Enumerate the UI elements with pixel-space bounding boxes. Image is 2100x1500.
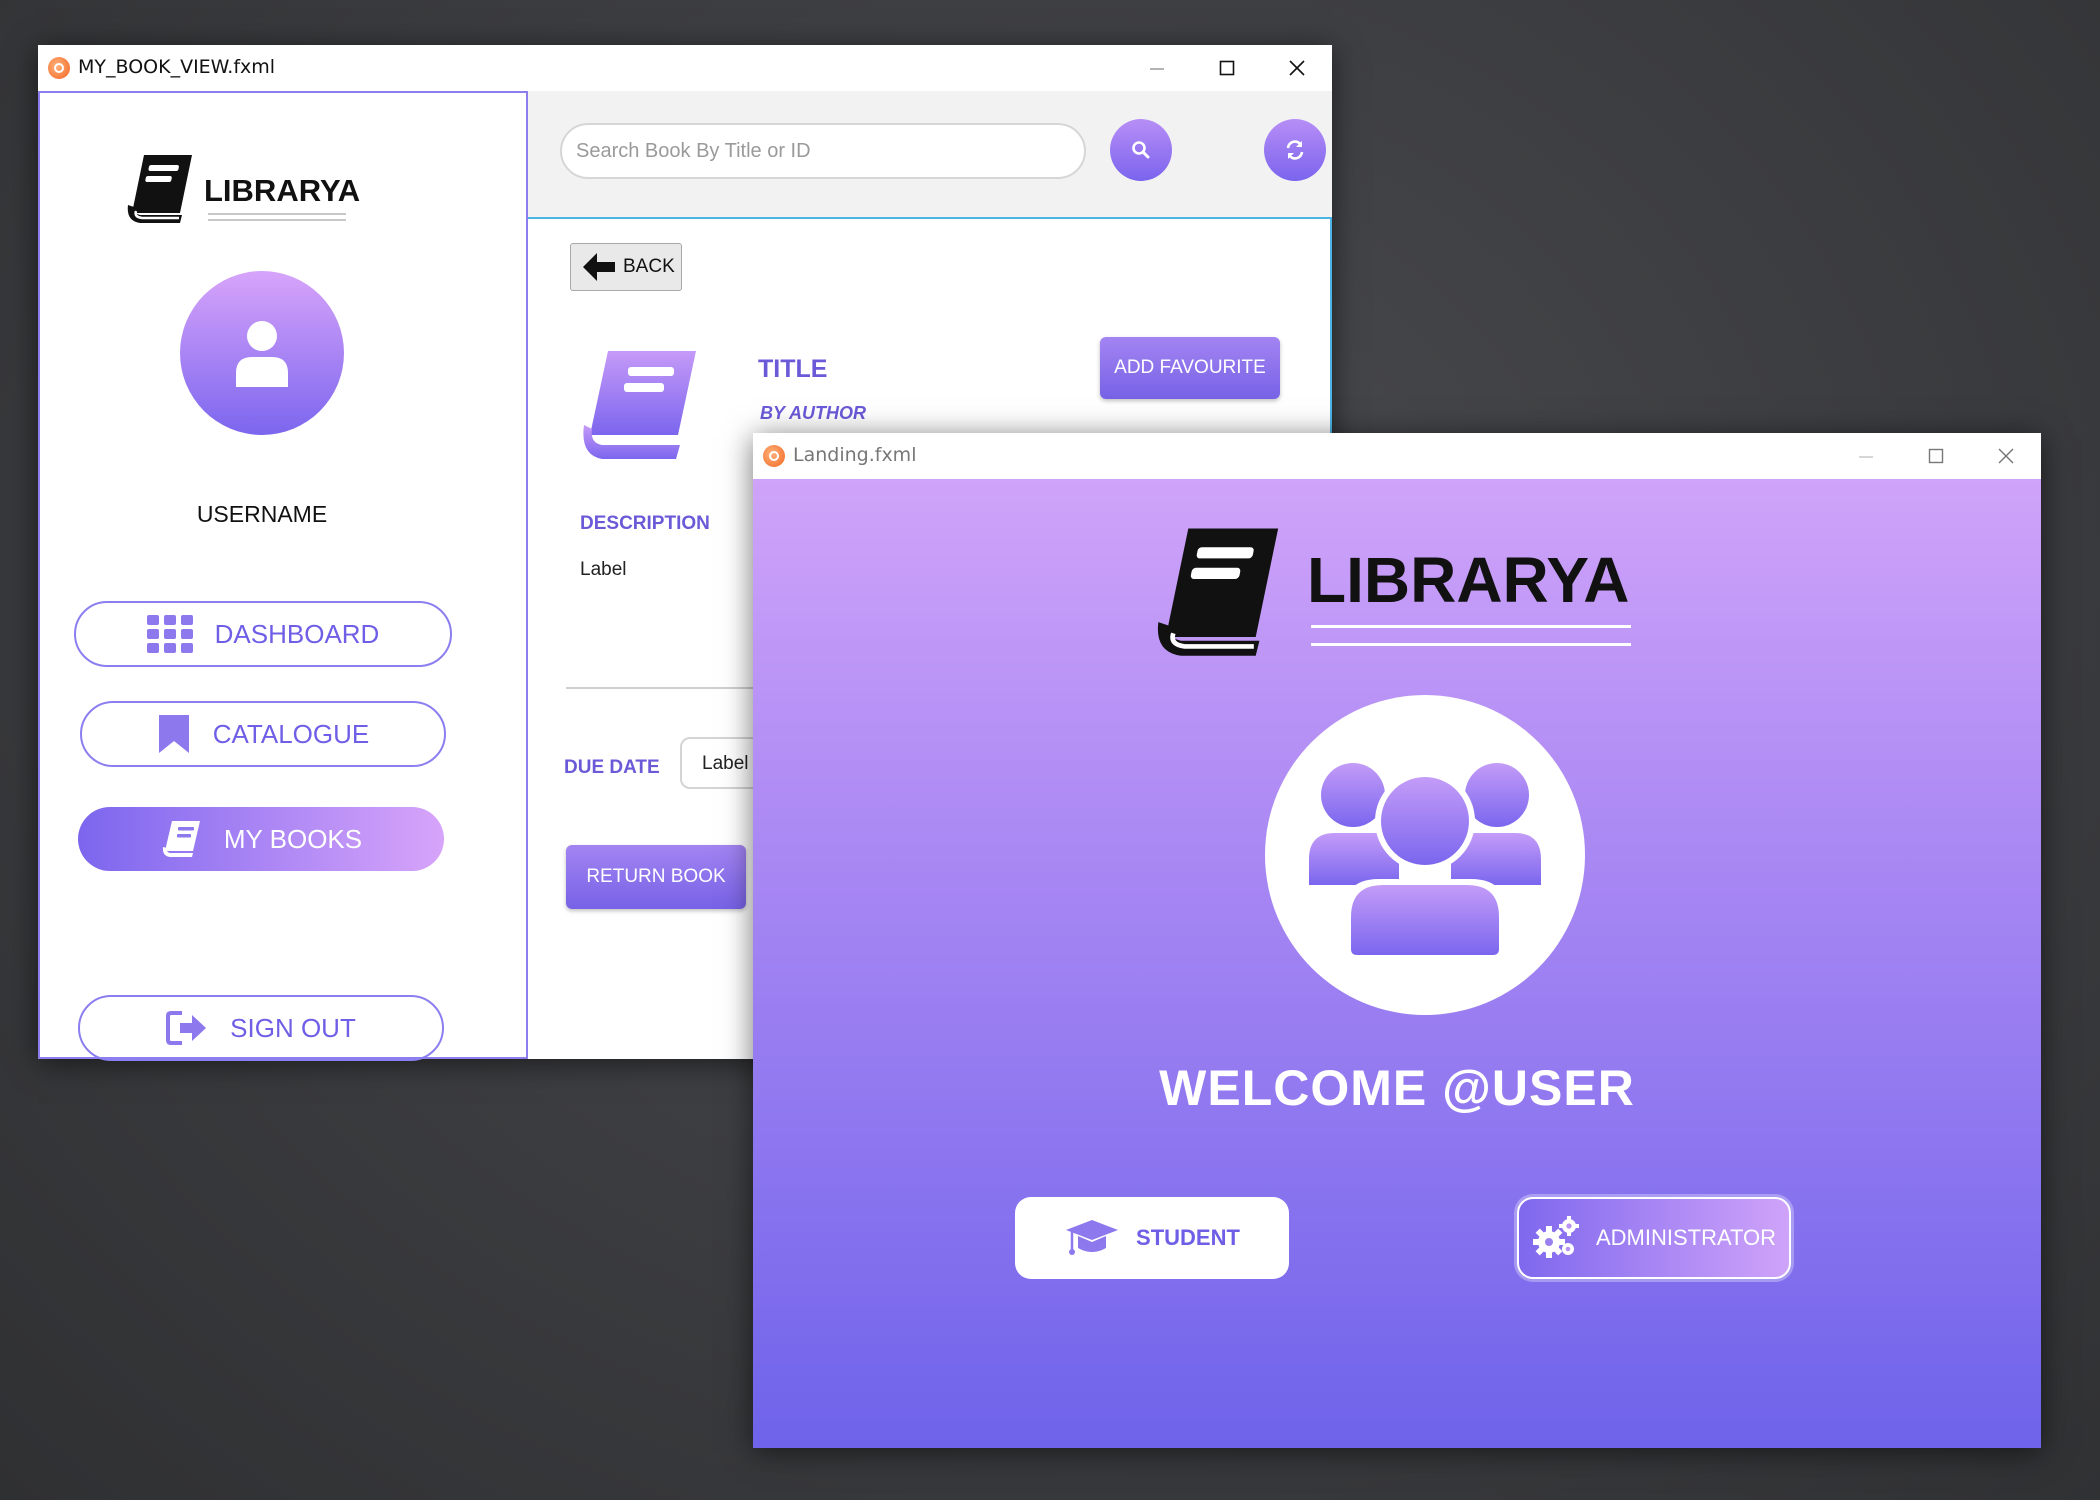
book-title: TITLE [758,355,828,383]
maximize-icon [1219,60,1235,76]
landing-window: Landing.fxml LIBRARYA WELCOME @USER STUD… [753,433,2041,1448]
nav-my-books-label: MY BOOKS [223,823,363,854]
nav-my-books-button[interactable]: MY BOOKS [78,807,444,871]
book-logo-icon [127,155,192,223]
avatar [180,271,344,435]
nav-catalogue-button[interactable]: CATALOGUE [80,701,446,767]
back-button[interactable]: BACK [570,243,682,291]
nav-dashboard-label: DASHBOARD [214,618,380,649]
maximize-icon [1928,448,1944,464]
brand-logo: LIBRARYA [1147,521,1631,671]
bookmark-icon [158,715,189,753]
due-date-label: DUE DATE [564,757,660,778]
search-bar[interactable] [560,123,1086,179]
brand-underline [208,213,346,215]
book-logo-icon [1157,528,1279,656]
administrator-label: ADMINISTRATOR [1595,1225,1777,1250]
maximize-button[interactable] [1901,433,1971,479]
brand-name: LIBRARYA [204,173,361,208]
student-label: STUDENT [1136,1225,1240,1250]
close-icon [1289,60,1305,76]
brand-underline [208,219,346,221]
search-input[interactable] [562,125,1084,177]
users-icon [1309,763,1541,955]
minimize-icon [1859,456,1873,458]
book-view-titlebar: MY_BOOK_VIEW.fxml [38,45,1332,91]
book-icon [162,821,200,857]
nav-sign-out-button[interactable]: SIGN OUT [78,995,444,1061]
users-avatar [1265,695,1585,1015]
brand-underline [1311,625,1631,628]
app-icon [48,57,70,79]
brand-underline [1311,643,1631,646]
book-cover-icon [583,351,696,459]
grid-icon [146,615,193,653]
description-heading: DESCRIPTION [580,513,710,534]
close-icon [1998,448,2014,464]
back-label: BACK [623,256,675,277]
window-title: MY_BOOK_VIEW.fxml [78,56,276,78]
app-icon [763,445,785,467]
add-favourite-button[interactable]: ADD FAVOURITE [1100,337,1280,399]
nav-catalogue-label: CATALOGUE [212,718,370,749]
arrow-left-icon [583,253,615,281]
welcome-heading: WELCOME @USER [1159,1060,1635,1116]
gears-icon [1532,1216,1579,1258]
user-icon [236,321,288,387]
brand-name: LIBRARYA [1307,544,1630,616]
close-button[interactable] [1262,45,1332,91]
graduation-cap-icon [1066,1220,1119,1255]
refresh-icon [1286,140,1304,160]
student-button[interactable]: STUDENT [1015,1197,1289,1279]
minimize-button[interactable] [1831,433,1901,479]
return-book-button[interactable]: RETURN BOOK [566,845,746,909]
minimize-icon [1150,68,1164,70]
refresh-button[interactable] [1264,119,1326,181]
maximize-button[interactable] [1192,45,1262,91]
sidebar: LIBRARYA USERNAME DASHBOARD CATALOGUE MY… [38,91,528,1061]
minimize-button[interactable] [1122,45,1192,91]
nav-dashboard-button[interactable]: DASHBOARD [74,601,452,667]
description-text: Label [580,559,627,580]
book-author: BY AUTHOR [760,403,867,423]
nav-sign-out-label: SIGN OUT [230,1012,356,1043]
brand-logo: LIBRARYA [122,151,382,231]
sign-out-icon [166,1011,207,1045]
search-icon [1132,141,1150,159]
landing-titlebar: Landing.fxml [753,433,2041,479]
administrator-button[interactable]: ADMINISTRATOR [1517,1197,1791,1279]
landing-panel: LIBRARYA WELCOME @USER STUDENT ADMINISTR… [753,479,2041,1448]
window-title: Landing.fxml [793,444,917,466]
username: USERNAME [196,501,328,527]
search-button[interactable] [1110,119,1172,181]
close-button[interactable] [1971,433,2041,479]
